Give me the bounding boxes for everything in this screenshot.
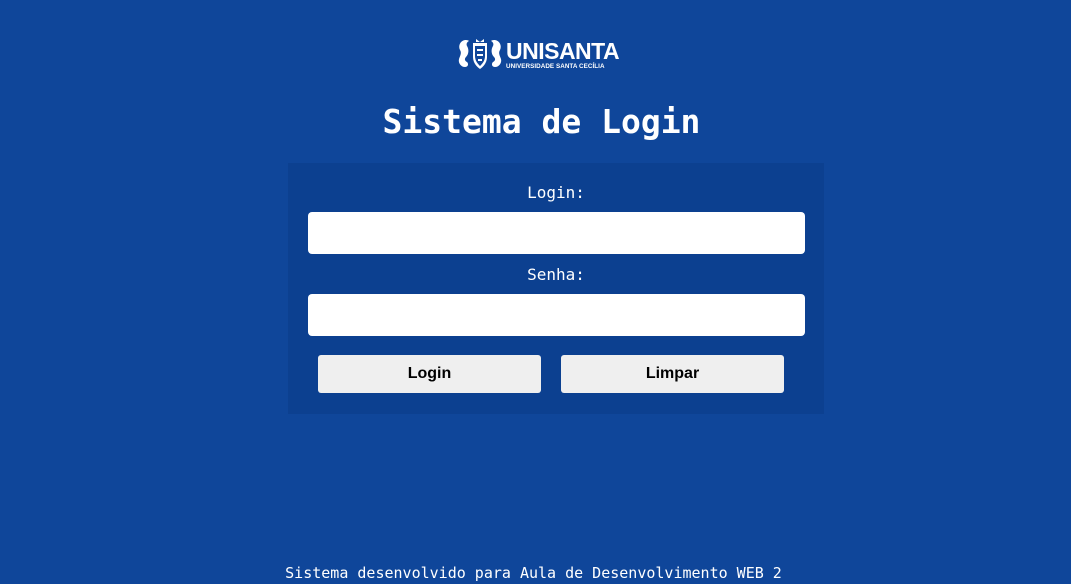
clear-button[interactable]: Limpar [561,355,784,393]
login-button[interactable]: Login [318,355,541,393]
unisanta-logo: UNISANTA UNIVERSIDADE SANTA CECÍLIA [456,37,620,73]
logo-subtitle: UNIVERSIDADE SANTA CECÍLIA [506,62,605,70]
senha-input[interactable] [308,294,805,336]
logo-name: UNISANTA [506,37,620,64]
logo-text: UNISANTA UNIVERSIDADE SANTA CECÍLIA [506,37,620,70]
seahorse-crest-icon [458,39,502,69]
login-label: Login: [527,183,585,202]
footer-text: Sistema desenvolvido para Aula de Desenv… [285,564,782,582]
login-form: Login: Senha: Login Limpar [288,163,824,414]
senha-label: Senha: [527,265,585,284]
login-input[interactable] [308,212,805,254]
page-title: Sistema de Login [382,102,701,141]
